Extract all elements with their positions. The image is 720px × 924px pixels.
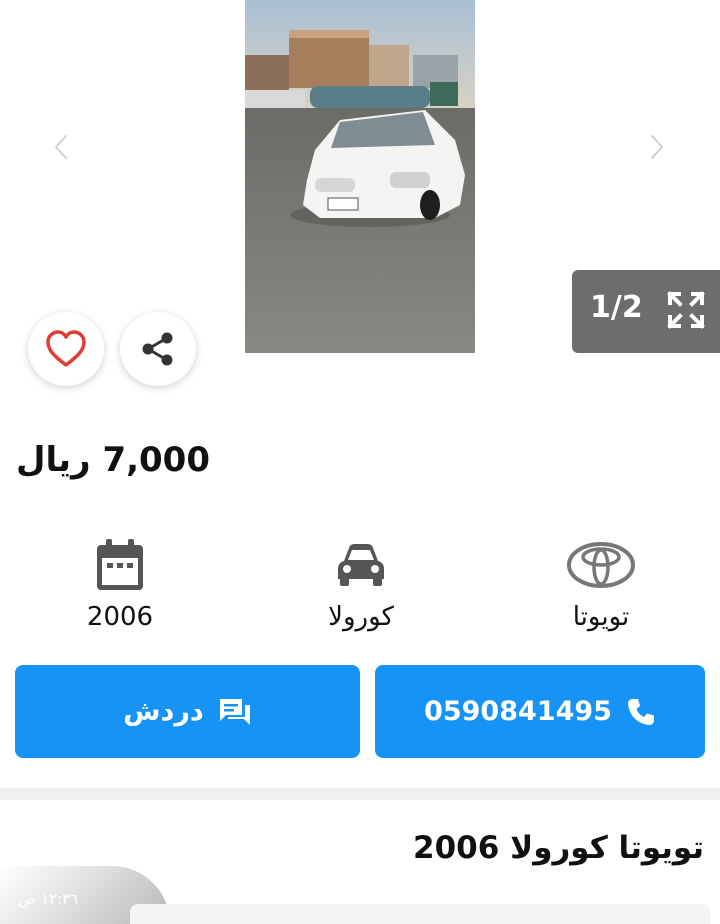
- listing-price: 7,000 ريال: [16, 440, 210, 480]
- status-time: ١٢:٣٦ ص: [18, 890, 79, 908]
- chat-icon: [219, 698, 250, 725]
- heart-icon: [46, 330, 86, 367]
- image-counter: 1/2: [590, 290, 643, 325]
- chevron-left-icon: [53, 133, 69, 161]
- image-counter-panel[interactable]: 1/2: [572, 270, 720, 353]
- call-button[interactable]: 0590841495: [375, 665, 705, 758]
- previous-image-button[interactable]: [44, 130, 78, 164]
- spec-year-label: 2006: [86, 602, 154, 632]
- car-icon: [338, 544, 384, 586]
- image-gallery[interactable]: 1/2: [0, 0, 720, 400]
- section-divider: [0, 788, 720, 800]
- chevron-right-icon: [649, 133, 665, 161]
- share-button[interactable]: [120, 312, 196, 386]
- spec-year: 2006: [40, 530, 200, 632]
- vehicle-specs: 2006 كورولا تويوتا: [0, 530, 720, 640]
- phone-icon: [627, 698, 654, 725]
- spec-make: تويوتا: [521, 530, 681, 632]
- chat-button[interactable]: دردش: [15, 665, 360, 758]
- next-section-edge: [130, 904, 710, 924]
- phone-number: 0590841495: [424, 696, 612, 727]
- chat-button-label: دردش: [123, 696, 204, 727]
- share-icon: [142, 332, 173, 366]
- listing-title: تويوتا كورولا 2006: [413, 830, 704, 866]
- calendar-icon: [97, 539, 143, 590]
- spec-model: كورولا: [281, 530, 441, 632]
- car-photo[interactable]: [245, 0, 475, 353]
- next-image-button[interactable]: [640, 130, 674, 164]
- spec-make-label: تويوتا: [572, 602, 630, 632]
- expand-icon[interactable]: [666, 290, 706, 334]
- toyota-logo-icon: [567, 542, 635, 588]
- spec-model-label: كورولا: [328, 602, 394, 632]
- favorite-button[interactable]: [28, 312, 104, 386]
